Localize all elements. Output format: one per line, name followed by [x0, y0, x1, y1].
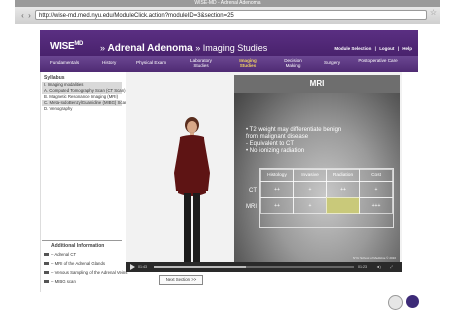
bullet-line: • T2 weight may differentiate benign	[246, 127, 342, 133]
syllabus-title: Syllabus	[44, 75, 65, 81]
window-titlebar: WISE-MD - Adrenal Adenoma	[15, 0, 440, 7]
progress-track[interactable]	[154, 266, 354, 268]
nav-laboratory-studies[interactable]: Laboratory Studies	[186, 58, 216, 68]
main-nav: Fundamentals History Physical Exam Labor…	[40, 56, 418, 72]
table-cell: ++	[326, 181, 360, 198]
bullet-line: - Equivalent to CT	[246, 141, 295, 147]
slide-title: MRI	[309, 79, 325, 88]
comparison-table: Histology Invasive Radiation Cost ++ + +…	[259, 168, 394, 228]
table-cell-highlight	[326, 197, 360, 214]
title-prefix: »	[100, 43, 108, 53]
link-label: – Venous Sampling of the Adrenal Veins	[51, 270, 128, 275]
link-label: – MRI of the Adrenal Glands	[51, 261, 105, 266]
presenter-figure	[174, 117, 210, 268]
progress-fill	[154, 266, 246, 268]
bookmark-star-icon[interactable]: ☆	[430, 8, 437, 17]
play-icon[interactable]	[130, 264, 135, 270]
url-field[interactable]: http://wise-md.med.nyu.edu/ModuleClick.a…	[35, 10, 427, 20]
nav-physical-exam[interactable]: Physical Exam	[136, 60, 166, 65]
link-label: – Adrenal CT	[51, 252, 77, 257]
row-label-mri: MRI	[246, 204, 257, 210]
nav-postoperative-care[interactable]: Postoperative Care	[358, 58, 398, 63]
header-links: Module Selection | Logout | Help	[332, 46, 412, 51]
next-section-button[interactable]: Next Section >>	[159, 275, 203, 285]
video-player[interactable]: MRI • T2 weight may differentiate benign…	[126, 72, 402, 272]
page-title: » Adrenal Adenoma » Imaging Studies	[100, 43, 267, 54]
time-total: 01:23	[358, 265, 367, 269]
additional-info-title: Additional Information	[51, 243, 105, 249]
table-cell: +++	[359, 197, 393, 214]
logo-text: WISE	[50, 41, 75, 52]
table-cell: +	[293, 197, 327, 214]
time-elapsed: 01:43	[138, 265, 147, 269]
link-label: – MIBG scan	[51, 279, 76, 284]
page-content: WISEMD » Adrenal Adenoma » Imaging Studi…	[15, 24, 440, 310]
help-link[interactable]: Help	[402, 46, 412, 51]
site-header: WISEMD » Adrenal Adenoma » Imaging Studi…	[40, 30, 418, 72]
section-title: » Imaging Studies	[192, 43, 268, 53]
syllabus-item[interactable]: D. Venography	[42, 106, 122, 112]
address-bar-area: ‹ › http://wise-md.med.nyu.edu/ModuleCli…	[15, 7, 440, 25]
divider	[42, 240, 122, 241]
nav-history[interactable]: History	[102, 60, 116, 65]
bullet-line: • No ionizing radiation	[246, 148, 305, 154]
additional-info-links: – Adrenal CT – MRI of the Adrenal Glands…	[44, 250, 127, 286]
mri-adrenal-link[interactable]: – MRI of the Adrenal Glands	[44, 259, 122, 268]
module-title: Adrenal Adenoma	[107, 43, 193, 54]
bullet-line: from malignant disease	[246, 134, 309, 140]
link-separator: |	[374, 46, 376, 51]
nav-imaging-studies[interactable]: Imaging Studies	[235, 58, 261, 68]
nav-fundamentals[interactable]: Fundamentals	[50, 60, 79, 65]
syllabus-list: I. Imaging modalities A. Computed Tomogr…	[42, 82, 127, 112]
module-selection-link[interactable]: Module Selection	[334, 46, 371, 51]
fullscreen-icon[interactable]: ⤢	[390, 265, 393, 269]
venous-sampling-link[interactable]: – Venous Sampling of the Adrenal Veins	[44, 268, 127, 277]
nav-decision-making[interactable]: Decision Making	[281, 58, 305, 68]
table-cell: ++	[260, 181, 294, 198]
video-icon	[44, 253, 49, 257]
copyright-text: NYU School of Medicine © 2010	[352, 256, 396, 260]
slide-bullets: • T2 weight may differentiate benign fro…	[246, 127, 396, 155]
footer-logos	[386, 295, 426, 310]
video-icon	[44, 280, 49, 284]
wisemd-logo[interactable]: WISEMD	[50, 41, 83, 52]
link-separator: |	[397, 46, 399, 51]
table-cell: +	[359, 181, 393, 198]
video-icon	[44, 271, 49, 275]
shield-icon	[406, 295, 419, 308]
nav-surgery[interactable]: Surgery	[324, 60, 340, 65]
mri-slide: MRI • T2 weight may differentiate benign…	[234, 75, 400, 262]
logout-link[interactable]: Logout	[379, 46, 394, 51]
mibg-scan-link[interactable]: – MIBG scan	[44, 277, 122, 286]
window-title: WISE-MD - Adrenal Adenoma	[194, 0, 261, 6]
forward-icon[interactable]: ›	[25, 11, 34, 20]
player-controls: 01:43 01:23 ◄) ⤢	[126, 262, 402, 272]
logo-suffix: MD	[74, 41, 84, 47]
adrenal-ct-link[interactable]: – Adrenal CT	[44, 250, 122, 259]
volume-icon[interactable]: ◄)	[376, 265, 381, 269]
video-icon	[44, 262, 49, 266]
row-label-ct: CT	[249, 188, 257, 194]
syllabus-sidebar: Syllabus I. Imaging modalities A. Comput…	[40, 72, 127, 292]
print-icon[interactable]	[388, 295, 403, 310]
table-cell: ++	[260, 197, 294, 214]
table-cell: +	[293, 181, 327, 198]
